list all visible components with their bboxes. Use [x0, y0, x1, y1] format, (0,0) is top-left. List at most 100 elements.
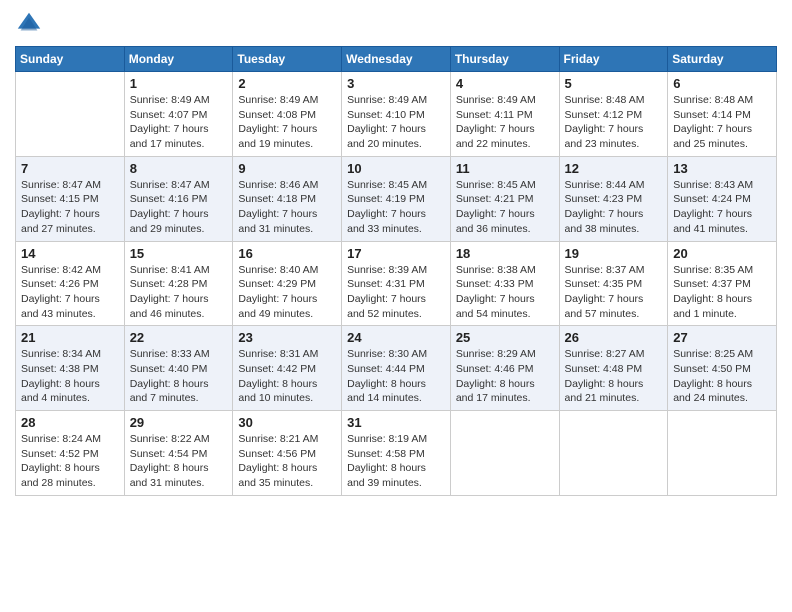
day-cell: 13 Sunrise: 8:43 AM Sunset: 4:24 PM Dayli…	[668, 156, 777, 241]
day-number: 29	[130, 415, 228, 430]
day-detail: Sunrise: 8:48 AM Sunset: 4:12 PM Dayligh…	[565, 93, 663, 152]
day-detail: Sunrise: 8:47 AM Sunset: 4:15 PM Dayligh…	[21, 178, 119, 237]
day-number: 23	[238, 330, 336, 345]
day-number: 22	[130, 330, 228, 345]
calendar-table: SundayMondayTuesdayWednesdayThursdayFrid…	[15, 46, 777, 496]
day-detail: Sunrise: 8:35 AM Sunset: 4:37 PM Dayligh…	[673, 263, 771, 322]
day-cell	[559, 411, 668, 496]
day-cell: 9Sunrise: 8:46 AM Sunset: 4:18 PM Daylig…	[233, 156, 342, 241]
day-detail: Sunrise: 8:47 AM Sunset: 4:16 PM Dayligh…	[130, 178, 228, 237]
day-cell: 22Sunrise: 8:33 AM Sunset: 4:40 PM Dayli…	[124, 326, 233, 411]
day-detail: Sunrise: 8:42 AM Sunset: 4:26 PM Dayligh…	[21, 263, 119, 322]
day-number: 21	[21, 330, 119, 345]
day-cell: 14 Sunrise: 8:42 AM Sunset: 4:26 PM Dayli…	[16, 241, 125, 326]
day-detail: Sunrise: 8:40 AM Sunset: 4:29 PM Dayligh…	[238, 263, 336, 322]
day-number: 1	[130, 76, 228, 91]
day-detail: Sunrise: 8:34 AM Sunset: 4:38 PM Dayligh…	[21, 347, 119, 406]
day-number: 17	[347, 246, 445, 261]
day-number: 16	[238, 246, 336, 261]
day-cell: 21 Sunrise: 8:34 AM Sunset: 4:38 PM Dayli…	[16, 326, 125, 411]
day-number: 19	[565, 246, 663, 261]
page: SundayMondayTuesdayWednesdayThursdayFrid…	[0, 0, 792, 612]
day-cell: 1 Sunrise: 8:49 AM Sunset: 4:07 PM Daylig…	[124, 72, 233, 157]
day-cell: 19 Sunrise: 8:37 AM Sunset: 4:35 PM Dayli…	[559, 241, 668, 326]
weekday-header-monday: Monday	[124, 47, 233, 72]
day-number: 26	[565, 330, 663, 345]
day-detail: Sunrise: 8:19 AM Sunset: 4:58 PM Dayligh…	[347, 432, 445, 491]
day-detail: Sunrise: 8:39 AM Sunset: 4:31 PM Dayligh…	[347, 263, 445, 322]
day-detail: Sunrise: 8:29 AM Sunset: 4:46 PM Dayligh…	[456, 347, 554, 406]
day-detail: Sunrise: 8:43 AM Sunset: 4:24 PM Dayligh…	[673, 178, 771, 237]
weekday-header-wednesday: Wednesday	[342, 47, 451, 72]
day-number: 13	[673, 161, 771, 176]
day-cell: 6 Sunrise: 8:48 AM Sunset: 4:14 PM Daylig…	[668, 72, 777, 157]
day-detail: Sunrise: 8:38 AM Sunset: 4:33 PM Dayligh…	[456, 263, 554, 322]
day-number: 20	[673, 246, 771, 261]
day-cell: 23 Sunrise: 8:31 AM Sunset: 4:42 PM Dayli…	[233, 326, 342, 411]
day-cell: 25 Sunrise: 8:29 AM Sunset: 4:46 PM Dayli…	[450, 326, 559, 411]
week-row-4: 21 Sunrise: 8:34 AM Sunset: 4:38 PM Dayli…	[16, 326, 777, 411]
day-cell: 16 Sunrise: 8:40 AM Sunset: 4:29 PM Dayli…	[233, 241, 342, 326]
header	[15, 10, 777, 38]
day-detail: Sunrise: 8:21 AM Sunset: 4:56 PM Dayligh…	[238, 432, 336, 491]
day-number: 27	[673, 330, 771, 345]
day-number: 10	[347, 161, 445, 176]
day-cell: 30 Sunrise: 8:21 AM Sunset: 4:56 PM Dayli…	[233, 411, 342, 496]
day-cell: 3 Sunrise: 8:49 AM Sunset: 4:10 PM Daylig…	[342, 72, 451, 157]
day-number: 8	[130, 161, 228, 176]
day-detail: Sunrise: 8:49 AM Sunset: 4:11 PM Dayligh…	[456, 93, 554, 152]
weekday-header-saturday: Saturday	[668, 47, 777, 72]
day-detail: Sunrise: 8:25 AM Sunset: 4:50 PM Dayligh…	[673, 347, 771, 406]
day-cell	[668, 411, 777, 496]
day-cell: 10Sunrise: 8:45 AM Sunset: 4:19 PM Dayli…	[342, 156, 451, 241]
day-cell: 28Sunrise: 8:24 AM Sunset: 4:52 PM Dayli…	[16, 411, 125, 496]
day-number: 2	[238, 76, 336, 91]
day-detail: Sunrise: 8:44 AM Sunset: 4:23 PM Dayligh…	[565, 178, 663, 237]
day-number: 5	[565, 76, 663, 91]
day-number: 14	[21, 246, 119, 261]
day-number: 25	[456, 330, 554, 345]
day-cell: 11 Sunrise: 8:45 AM Sunset: 4:21 PM Dayli…	[450, 156, 559, 241]
day-cell: 27 Sunrise: 8:25 AM Sunset: 4:50 PM Dayli…	[668, 326, 777, 411]
day-detail: Sunrise: 8:45 AM Sunset: 4:21 PM Dayligh…	[456, 178, 554, 237]
day-number: 6	[673, 76, 771, 91]
day-number: 15	[130, 246, 228, 261]
day-detail: Sunrise: 8:27 AM Sunset: 4:48 PM Dayligh…	[565, 347, 663, 406]
day-detail: Sunrise: 8:49 AM Sunset: 4:07 PM Dayligh…	[130, 93, 228, 152]
day-number: 28	[21, 415, 119, 430]
weekday-header-sunday: Sunday	[16, 47, 125, 72]
day-number: 11	[456, 161, 554, 176]
day-detail: Sunrise: 8:41 AM Sunset: 4:28 PM Dayligh…	[130, 263, 228, 322]
day-cell	[16, 72, 125, 157]
day-detail: Sunrise: 8:31 AM Sunset: 4:42 PM Dayligh…	[238, 347, 336, 406]
day-detail: Sunrise: 8:46 AM Sunset: 4:18 PM Dayligh…	[238, 178, 336, 237]
logo-icon	[15, 10, 43, 38]
day-cell: 18Sunrise: 8:38 AM Sunset: 4:33 PM Dayli…	[450, 241, 559, 326]
day-cell: 20 Sunrise: 8:35 AM Sunset: 4:37 PM Dayli…	[668, 241, 777, 326]
day-detail: Sunrise: 8:48 AM Sunset: 4:14 PM Dayligh…	[673, 93, 771, 152]
day-cell: 7Sunrise: 8:47 AM Sunset: 4:15 PM Daylig…	[16, 156, 125, 241]
day-cell: 2 Sunrise: 8:49 AM Sunset: 4:08 PM Daylig…	[233, 72, 342, 157]
day-detail: Sunrise: 8:37 AM Sunset: 4:35 PM Dayligh…	[565, 263, 663, 322]
weekday-header-thursday: Thursday	[450, 47, 559, 72]
day-number: 24	[347, 330, 445, 345]
day-number: 3	[347, 76, 445, 91]
day-number: 12	[565, 161, 663, 176]
day-number: 4	[456, 76, 554, 91]
week-row-1: 1 Sunrise: 8:49 AM Sunset: 4:07 PM Daylig…	[16, 72, 777, 157]
day-number: 31	[347, 415, 445, 430]
day-cell: 31 Sunrise: 8:19 AM Sunset: 4:58 PM Dayli…	[342, 411, 451, 496]
day-cell: 5 Sunrise: 8:48 AM Sunset: 4:12 PM Daylig…	[559, 72, 668, 157]
day-detail: Sunrise: 8:49 AM Sunset: 4:08 PM Dayligh…	[238, 93, 336, 152]
day-cell: 15 Sunrise: 8:41 AM Sunset: 4:28 PM Dayli…	[124, 241, 233, 326]
day-cell: 8 Sunrise: 8:47 AM Sunset: 4:16 PM Daylig…	[124, 156, 233, 241]
day-cell: 17 Sunrise: 8:39 AM Sunset: 4:31 PM Dayli…	[342, 241, 451, 326]
day-cell: 29Sunrise: 8:22 AM Sunset: 4:54 PM Dayli…	[124, 411, 233, 496]
weekday-header-row: SundayMondayTuesdayWednesdayThursdayFrid…	[16, 47, 777, 72]
week-row-5: 28Sunrise: 8:24 AM Sunset: 4:52 PM Dayli…	[16, 411, 777, 496]
day-number: 30	[238, 415, 336, 430]
week-row-3: 14 Sunrise: 8:42 AM Sunset: 4:26 PM Dayli…	[16, 241, 777, 326]
day-cell: 4 Sunrise: 8:49 AM Sunset: 4:11 PM Daylig…	[450, 72, 559, 157]
day-detail: Sunrise: 8:49 AM Sunset: 4:10 PM Dayligh…	[347, 93, 445, 152]
day-cell: 12 Sunrise: 8:44 AM Sunset: 4:23 PM Dayli…	[559, 156, 668, 241]
